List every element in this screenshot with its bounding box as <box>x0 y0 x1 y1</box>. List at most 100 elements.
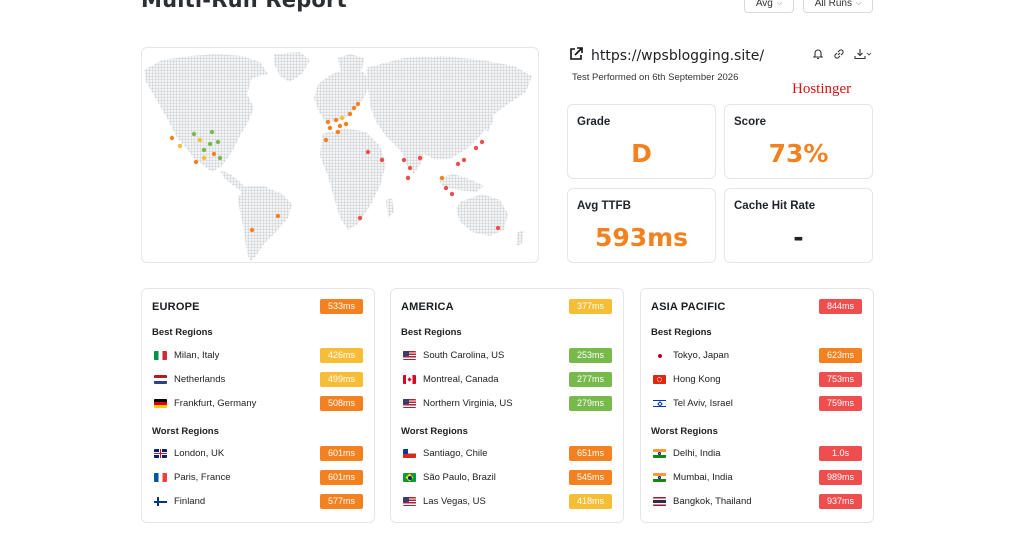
map-marker[interactable] <box>209 129 215 135</box>
region-row[interactable]: Montreal, Canada 277ms <box>401 372 612 388</box>
ttfb-badge: 577ms <box>320 494 363 509</box>
region-row[interactable]: Mumbai, India 989ms <box>651 470 862 486</box>
region-avg-badge: 533ms <box>320 299 363 314</box>
region-row[interactable]: Bangkok, Thailand 937ms <box>651 494 862 510</box>
greenland-shape <box>274 52 310 82</box>
region-row[interactable]: Las Vegas, US 418ms <box>401 494 612 510</box>
map-marker[interactable] <box>357 215 363 221</box>
flag-us-icon <box>403 497 416 506</box>
asia-shape <box>366 56 532 160</box>
region-row[interactable]: Northern Virginia, US 279ms <box>401 396 612 412</box>
region-row[interactable]: Frankfurt, Germany 508ms <box>152 396 363 412</box>
map-marker[interactable] <box>365 149 371 155</box>
map-marker[interactable] <box>443 185 449 191</box>
map-marker[interactable] <box>455 161 461 167</box>
map-marker[interactable] <box>211 151 217 157</box>
region-row[interactable]: London, UK 601ms <box>152 446 363 462</box>
region-row[interactable]: Paris, France 601ms <box>152 470 363 486</box>
map-marker[interactable] <box>417 155 423 161</box>
ttfb-badge: 277ms <box>569 372 612 387</box>
region-row[interactable]: Milan, Italy 426ms <box>152 348 363 364</box>
map-marker[interactable] <box>405 175 411 181</box>
ttfb-card: Avg TTFB 593ms <box>567 188 716 263</box>
region-name: Northern Virginia, US <box>423 398 513 409</box>
region-row[interactable]: Tel Aviv, Israel 759ms <box>651 396 862 412</box>
map-marker[interactable] <box>379 157 385 163</box>
region-row[interactable]: Delhi, India 1.0s <box>651 446 862 462</box>
map-marker[interactable] <box>215 139 221 145</box>
score-label: Score <box>734 116 766 128</box>
region-name: Santiago, Chile <box>423 448 488 459</box>
world-map-svg <box>144 52 532 262</box>
report-url[interactable]: https://wpsblogging.site/ <box>591 48 764 64</box>
report-url-row: https://wpsblogging.site/ <box>569 46 764 65</box>
map-marker[interactable] <box>343 121 349 127</box>
download-icon[interactable] <box>854 48 872 60</box>
map-marker[interactable] <box>461 157 467 163</box>
map-marker[interactable] <box>473 145 479 151</box>
map-marker[interactable] <box>191 131 197 137</box>
avg-dropdown[interactable]: Avg ⌵ <box>744 0 794 13</box>
worst-regions-heading: Worst Regions <box>651 426 718 437</box>
region-name: South Carolina, US <box>423 350 505 361</box>
region-row[interactable]: South Carolina, US 253ms <box>401 348 612 364</box>
new-zealand-shape <box>516 230 524 246</box>
region-card-america: AMERICA 377ms Best Regions South Carolina,… <box>390 288 624 523</box>
world-map <box>141 47 539 263</box>
map-marker[interactable] <box>197 137 203 143</box>
bell-icon[interactable] <box>812 48 824 60</box>
map-marker[interactable] <box>325 119 331 125</box>
map-marker[interactable] <box>495 225 501 231</box>
region-name: Bangkok, Thailand <box>673 496 752 507</box>
region-row[interactable]: Santiago, Chile 651ms <box>401 446 612 462</box>
region-name: Milan, Italy <box>174 350 220 361</box>
map-marker[interactable] <box>401 157 407 163</box>
australia-shape <box>456 194 508 236</box>
map-marker[interactable] <box>439 175 445 181</box>
map-marker[interactable] <box>323 137 329 143</box>
map-marker[interactable] <box>217 155 223 161</box>
region-row[interactable]: São Paulo, Brazil 545ms <box>401 470 612 486</box>
map-marker[interactable] <box>177 143 183 149</box>
map-marker[interactable] <box>327 125 333 131</box>
map-marker[interactable] <box>201 155 207 161</box>
score-value: 73% <box>768 139 829 168</box>
map-marker[interactable] <box>201 147 207 153</box>
map-marker[interactable] <box>339 115 345 121</box>
map-marker[interactable] <box>193 159 199 165</box>
external-link-icon[interactable] <box>569 46 583 65</box>
map-marker[interactable] <box>355 101 361 107</box>
map-marker[interactable] <box>207 141 213 147</box>
map-marker[interactable] <box>169 135 175 141</box>
map-marker[interactable] <box>449 191 455 197</box>
worst-regions-heading: Worst Regions <box>401 426 468 437</box>
region-name: São Paulo, Brazil <box>423 472 496 483</box>
test-date: Test Performed on 6th September 2026 <box>572 72 739 83</box>
runs-dropdown[interactable]: All Runs ⌵ <box>803 0 873 13</box>
region-row[interactable]: Tokyo, Japan 623ms <box>651 348 862 364</box>
map-marker[interactable] <box>351 105 357 111</box>
map-marker[interactable] <box>347 111 353 117</box>
map-marker[interactable] <box>407 165 413 171</box>
flag-hk-icon <box>653 375 666 384</box>
region-card-europe: EUROPE 533ms Best Regions Milan, Italy 426… <box>141 288 375 523</box>
map-marker[interactable] <box>333 117 339 123</box>
score-card: Score 73% <box>724 104 873 179</box>
map-marker[interactable] <box>249 227 255 233</box>
map-marker[interactable] <box>335 129 341 135</box>
best-regions-heading: Best Regions <box>401 327 462 338</box>
map-marker[interactable] <box>275 213 281 219</box>
region-card-asia-pacific: ASIA PACIFIC 844ms Best Regions Tokyo, Jap… <box>640 288 874 523</box>
grade-value: D <box>631 139 652 168</box>
map-marker[interactable] <box>479 139 485 145</box>
best-regions-heading: Best Regions <box>651 327 712 338</box>
grade-card: Grade D <box>567 104 716 179</box>
region-name: Delhi, India <box>673 448 721 459</box>
link-icon[interactable] <box>833 48 845 60</box>
ttfb-badge: 1.0s <box>819 446 862 461</box>
region-row[interactable]: Netherlands 499ms <box>152 372 363 388</box>
region-row[interactable]: Hong Kong 753ms <box>651 372 862 388</box>
region-row[interactable]: Finland 577ms <box>152 494 363 510</box>
worst-regions-heading: Worst Regions <box>152 426 219 437</box>
map-marker[interactable] <box>337 123 343 129</box>
